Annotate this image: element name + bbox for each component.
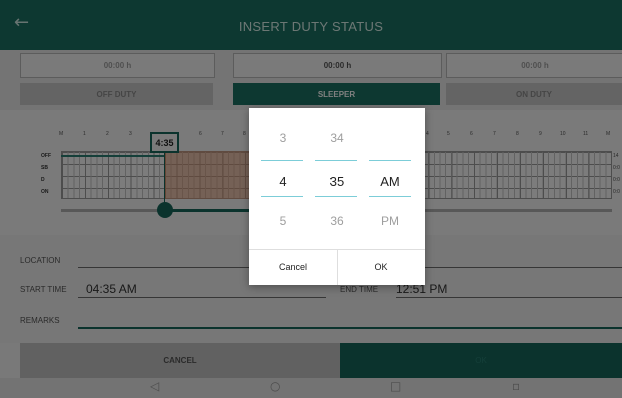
hour-option[interactable]: 3: [261, 131, 305, 145]
time-picker-dialog: 3 4 5 : 34 35 36 AM PM Cancel OK: [249, 108, 425, 285]
picker-cancel-button[interactable]: Cancel: [249, 249, 337, 285]
hour-divider-bottom: [261, 196, 303, 197]
minute-option[interactable]: 34: [315, 131, 359, 145]
ampm-selected[interactable]: AM: [368, 174, 412, 189]
ampm-option[interactable]: PM: [368, 214, 412, 228]
hour-divider-top: [261, 160, 303, 161]
ampm-divider-bottom: [369, 196, 411, 197]
minute-option[interactable]: 36: [315, 214, 359, 228]
picker-ok-button[interactable]: OK: [337, 249, 425, 285]
minute-divider-bottom: [315, 196, 357, 197]
ampm-divider-top: [369, 160, 411, 161]
minute-selected[interactable]: 35: [315, 174, 359, 189]
hour-option[interactable]: 5: [261, 214, 305, 228]
hour-selected[interactable]: 4: [261, 174, 305, 189]
minute-divider-top: [315, 160, 357, 161]
